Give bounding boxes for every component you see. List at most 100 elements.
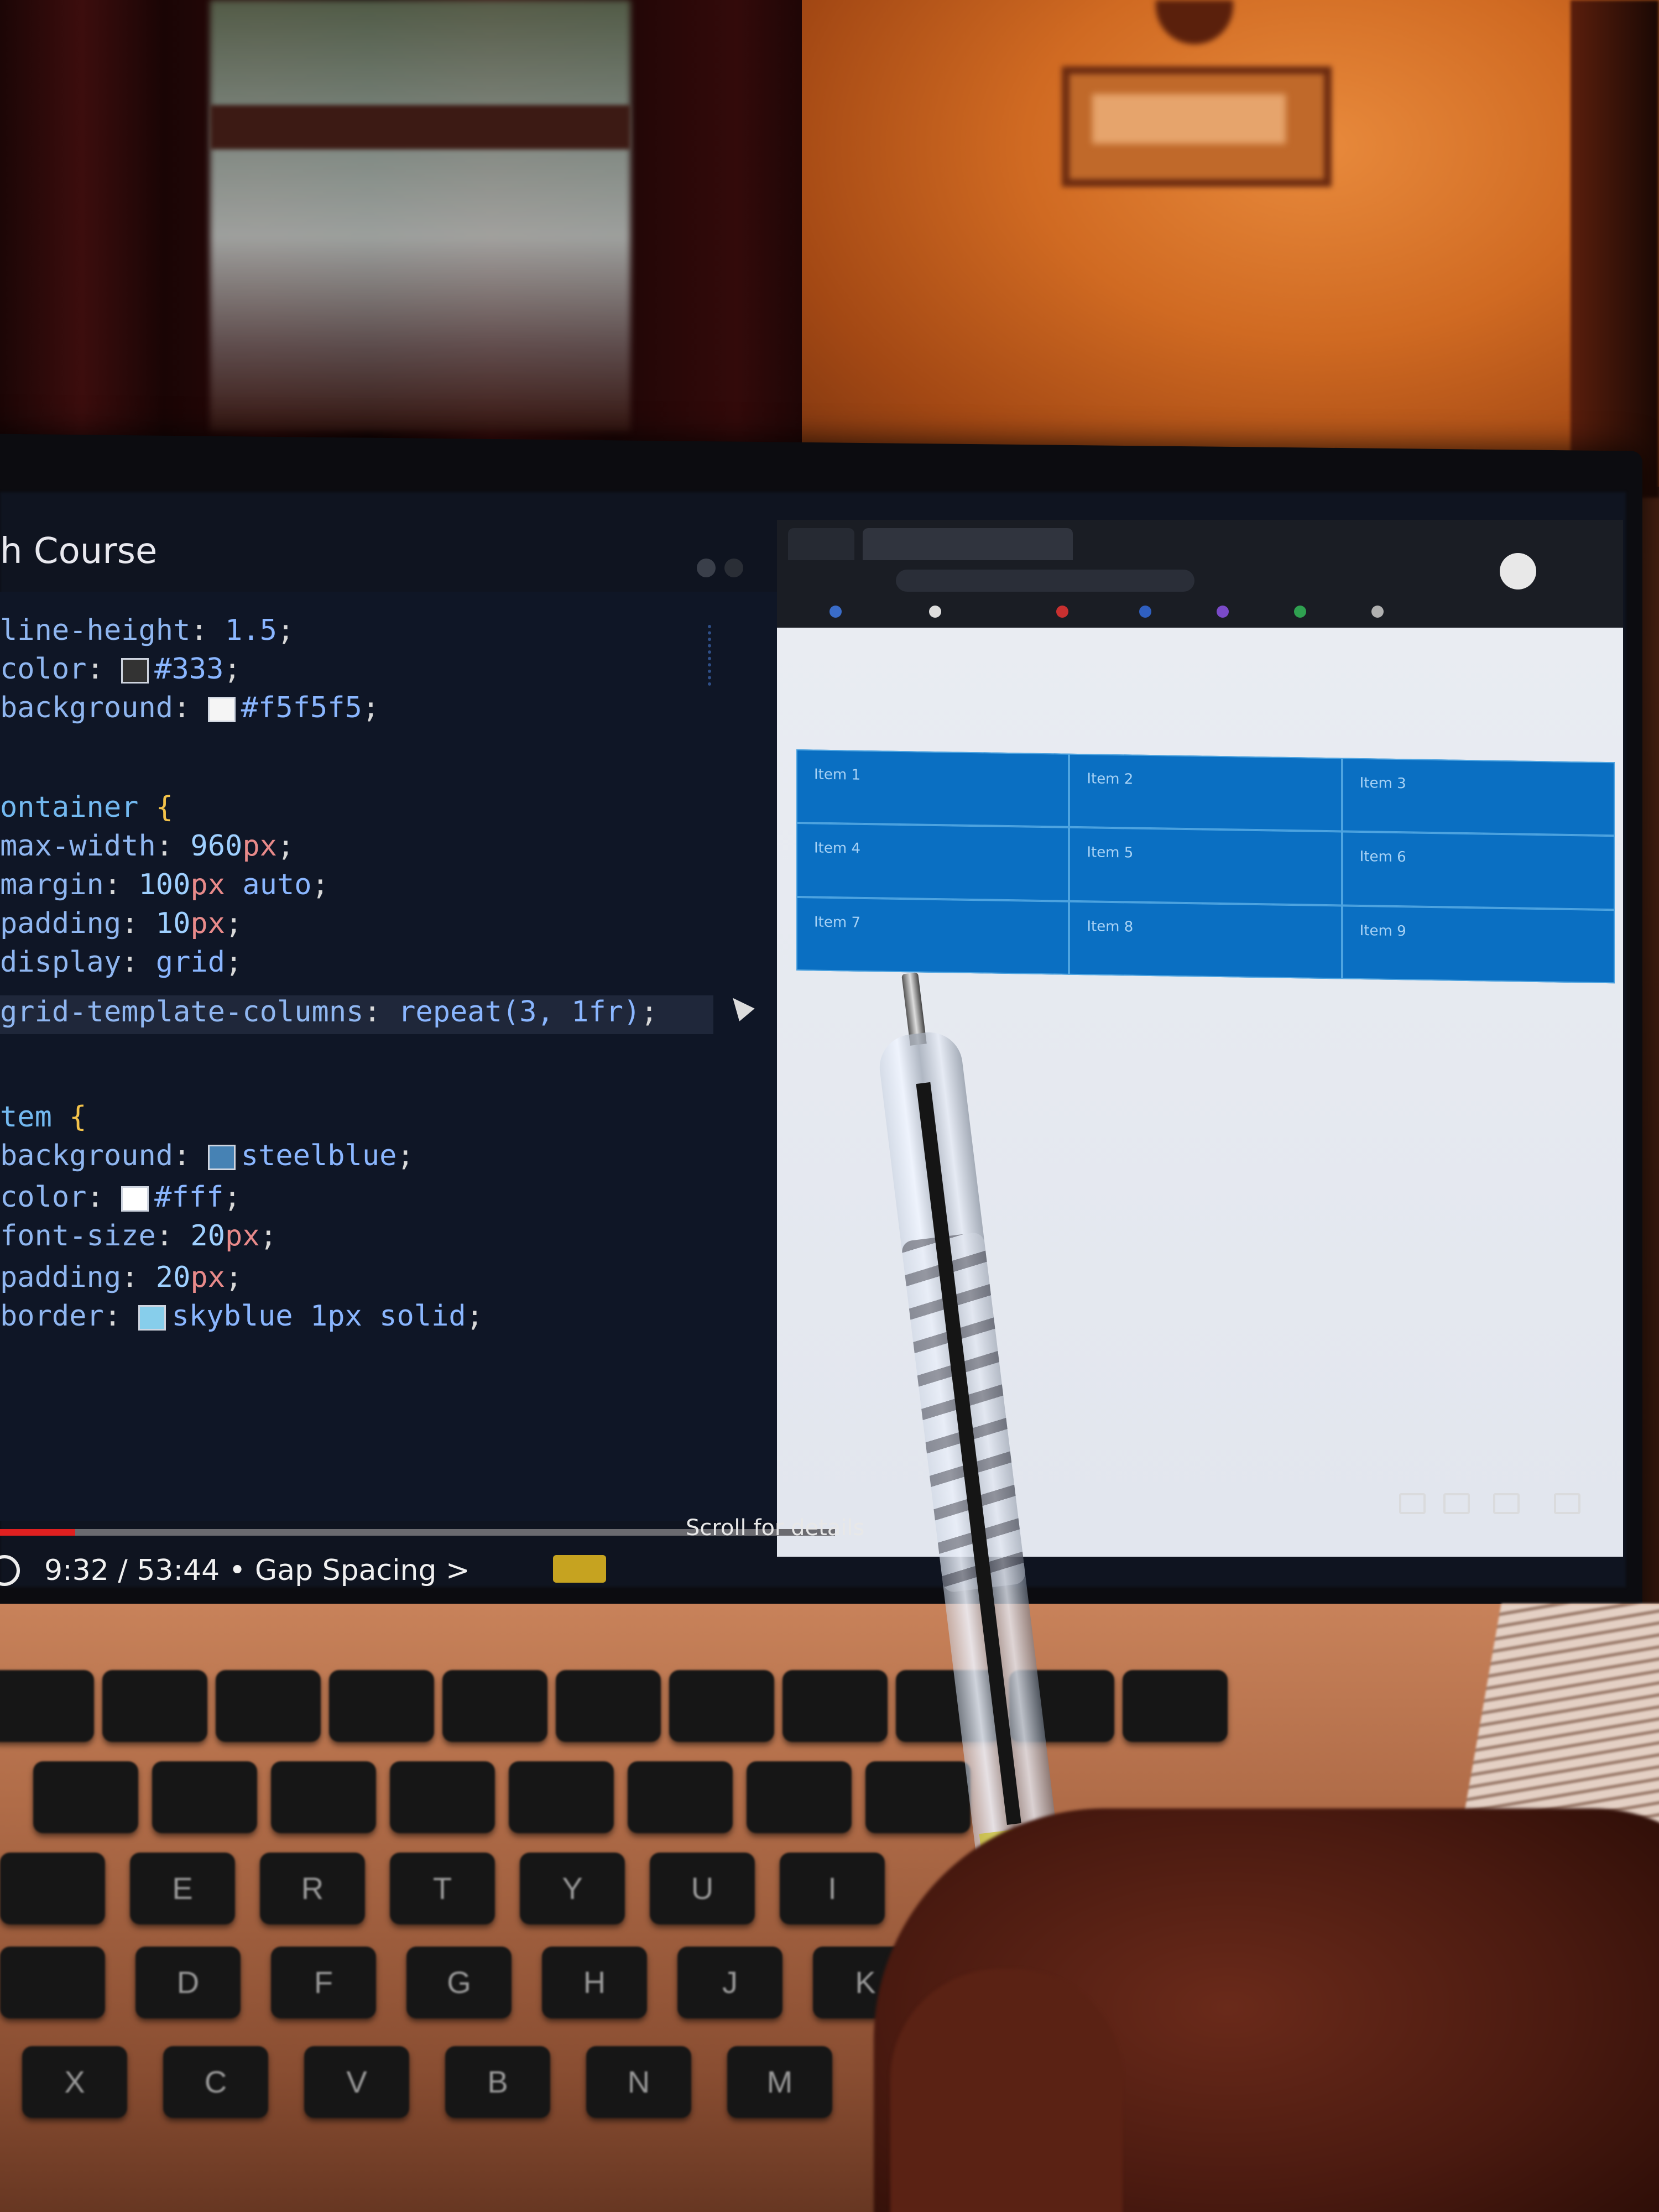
- settings-icon[interactable]: [1443, 1493, 1470, 1514]
- keyboard-key[interactable]: R: [260, 1853, 365, 1924]
- code-line: margin: 100px auto;: [0, 868, 329, 901]
- grid-item: Item 5: [1069, 827, 1342, 906]
- keyboard-key[interactable]: D: [135, 1947, 241, 2018]
- keyboard-key[interactable]: [0, 1947, 105, 2018]
- keyboard-key[interactable]: [0, 1670, 94, 1742]
- keyboard-key[interactable]: [442, 1670, 547, 1742]
- keyboard-key[interactable]: G: [406, 1947, 512, 2018]
- css-unit: px: [225, 1219, 260, 1253]
- address-bar[interactable]: [896, 570, 1194, 592]
- css-unit: px: [190, 907, 226, 940]
- keyboard-key[interactable]: [556, 1670, 661, 1742]
- code-line: padding: 10px;: [0, 907, 243, 940]
- video-title[interactable]: h Course: [0, 531, 157, 572]
- css-value: 1.5: [225, 614, 277, 647]
- keyboard-key[interactable]: [152, 1761, 257, 1833]
- keyboard-key[interactable]: I: [780, 1853, 885, 1924]
- code-line: padding: 20px;: [0, 1261, 243, 1294]
- chapter-badge[interactable]: [553, 1555, 606, 1583]
- css-value: 960: [190, 830, 243, 863]
- fullscreen-icon[interactable]: [1554, 1493, 1580, 1514]
- css-property: color: [0, 653, 87, 686]
- keyboard-key[interactable]: V: [304, 2046, 409, 2118]
- keyboard-key[interactable]: C: [163, 2046, 268, 2118]
- bookmark-icon[interactable]: [1139, 606, 1151, 618]
- keyboard-key[interactable]: U: [650, 1853, 755, 1924]
- css-property: margin: [0, 868, 104, 901]
- window-frame: [210, 105, 630, 149]
- keyboard-key[interactable]: B: [445, 2046, 550, 2118]
- keyboard-key[interactable]: [329, 1670, 434, 1742]
- code-line: tem {: [0, 1100, 87, 1134]
- grid-item: Item 8: [1069, 901, 1342, 979]
- grid-item: Item 3: [1342, 758, 1615, 836]
- color-swatch[interactable]: [207, 697, 236, 722]
- keyboard-key[interactable]: [216, 1670, 321, 1742]
- keyboard-key[interactable]: [782, 1670, 888, 1742]
- keyboard-key[interactable]: X: [22, 2046, 127, 2118]
- keyboard-key[interactable]: M: [727, 2046, 832, 2118]
- code-line: max-width: 960px;: [0, 830, 295, 863]
- code-line: line-height: 1.5;: [0, 614, 295, 647]
- css-property: line-height: [0, 614, 191, 647]
- code-line: color: #333;: [0, 653, 241, 686]
- subtitles-icon[interactable]: [1399, 1493, 1426, 1514]
- miniplayer-icon[interactable]: [1493, 1493, 1520, 1514]
- css-selector: tem: [0, 1100, 52, 1134]
- css-value: steelblue: [241, 1139, 397, 1172]
- bookmark-icon[interactable]: [1371, 606, 1384, 618]
- keyboard-key[interactable]: J: [677, 1947, 782, 2018]
- keyboard-key[interactable]: [865, 1761, 971, 1833]
- keyboard-key[interactable]: [1123, 1670, 1228, 1742]
- keyboard-key[interactable]: [0, 1853, 105, 1924]
- keyboard-key[interactable]: E: [130, 1853, 235, 1924]
- css-value: #f5f5f5: [241, 691, 362, 724]
- profile-avatar[interactable]: [1500, 553, 1536, 589]
- css-unit: px: [242, 830, 277, 863]
- css-value: 100: [138, 868, 191, 901]
- window-control-icon[interactable]: [724, 559, 743, 577]
- code-editor[interactable]: [0, 592, 780, 1521]
- browser-tab[interactable]: [788, 528, 854, 560]
- keyboard-key[interactable]: T: [390, 1853, 495, 1924]
- css-property: max-width: [0, 830, 156, 863]
- keyboard-key[interactable]: H: [542, 1947, 647, 2018]
- css-property: font-size: [0, 1219, 156, 1253]
- bookmark-icon[interactable]: [929, 606, 941, 618]
- keyboard-key[interactable]: [33, 1761, 138, 1833]
- css-grid-container: Item 1 Item 2 Item 3 Item 4 Item 5 Item 6 Item…: [796, 749, 1615, 984]
- code-line: border: skyblue 1px solid;: [0, 1300, 483, 1333]
- color-swatch[interactable]: [121, 658, 149, 684]
- window-control-icon[interactable]: [697, 559, 716, 577]
- color-swatch[interactable]: [121, 1186, 149, 1212]
- keyboard-key[interactable]: Y: [520, 1853, 625, 1924]
- keyboard-key[interactable]: [747, 1761, 852, 1833]
- minimap-icon: [708, 625, 731, 686]
- keyboard-key[interactable]: N: [586, 2046, 691, 2118]
- bookmark-icon[interactable]: [1056, 606, 1068, 618]
- keyboard-key[interactable]: [102, 1670, 207, 1742]
- bookmark-icon[interactable]: [1294, 606, 1306, 618]
- grid-item: Item 7: [796, 896, 1070, 975]
- thumb: [890, 1969, 1123, 2212]
- browser-tab-active[interactable]: [863, 528, 1073, 560]
- css-value: grid: [155, 946, 226, 979]
- keyboard-key[interactable]: [628, 1761, 733, 1833]
- css-value: 10: [155, 907, 191, 940]
- bookmark-icon[interactable]: [1217, 606, 1229, 618]
- color-swatch[interactable]: [138, 1305, 166, 1331]
- grid-item: Item 6: [1342, 831, 1615, 910]
- keyboard-key[interactable]: F: [271, 1947, 376, 2018]
- css-selector: ontainer: [0, 791, 139, 824]
- keyboard-key[interactable]: [390, 1761, 495, 1833]
- keyboard-key[interactable]: [509, 1761, 614, 1833]
- bookmark-icon[interactable]: [830, 606, 842, 618]
- window: [210, 0, 630, 431]
- keyboard-key[interactable]: [271, 1761, 376, 1833]
- keyboard-key[interactable]: [669, 1670, 774, 1742]
- grid-item: Item 2: [1069, 753, 1342, 832]
- css-value: skyblue 1px solid: [171, 1300, 466, 1333]
- css-property: color: [0, 1181, 87, 1214]
- grid-item: Item 9: [1342, 905, 1615, 984]
- color-swatch[interactable]: [207, 1145, 236, 1170]
